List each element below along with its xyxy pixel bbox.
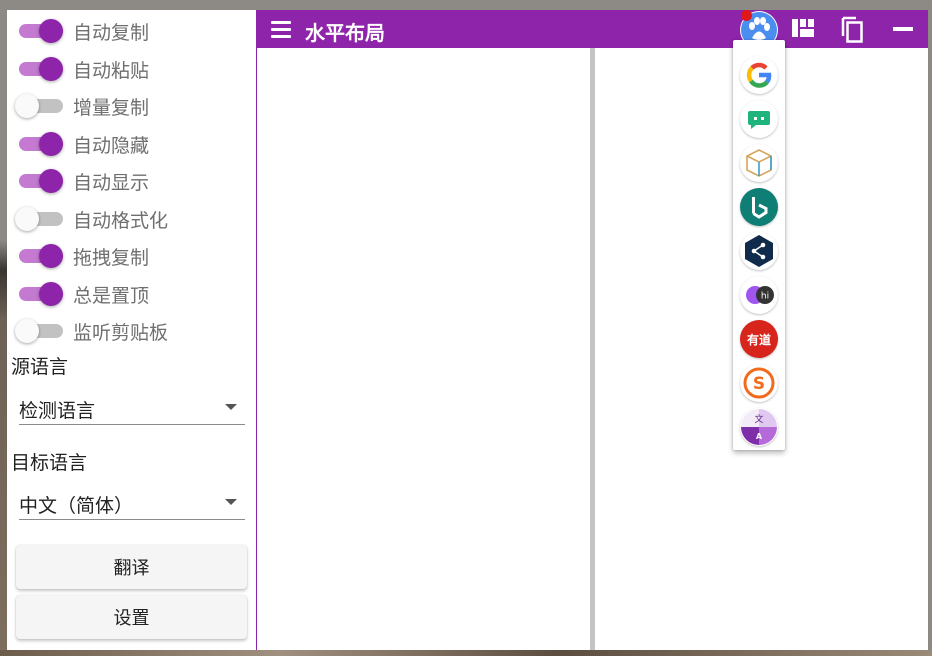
menu-icon[interactable] (269, 19, 293, 39)
youdao-badge: 有道 (747, 332, 771, 347)
toggle-label: 拖拽复制 (73, 246, 150, 269)
toggle-auto-show[interactable]: 自动显示 (15, 163, 149, 199)
translate-text-icon[interactable]: 文 A (740, 408, 778, 446)
switch[interactable] (15, 94, 63, 118)
cube-icon[interactable] (740, 144, 778, 182)
switch[interactable] (15, 57, 63, 81)
toggle-label: 自动粘贴 (73, 59, 150, 82)
main-area: 水平布局 (256, 10, 928, 650)
toggle-label: 自动隐藏 (73, 134, 150, 157)
translate-button[interactable]: 翻译 (16, 545, 247, 589)
page-title: 水平布局 (305, 21, 385, 45)
app-bar: 水平布局 (257, 10, 928, 49)
toggle-incremental-copy[interactable]: 增量复制 (15, 88, 149, 124)
youdao-icon[interactable]: 有道 (740, 320, 778, 358)
desktop-background (928, 0, 932, 656)
target-language-label: 目标语言 (11, 452, 88, 474)
toggle-always-on-top[interactable]: 总是置顶 (15, 276, 149, 312)
share-node-icon[interactable] (740, 232, 778, 270)
switch[interactable] (15, 132, 63, 156)
bing-icon[interactable] (740, 188, 778, 226)
translate-badge-latin: A (756, 432, 763, 441)
source-language-label: 源语言 (11, 356, 69, 378)
toggle-label: 自动显示 (73, 171, 150, 194)
layout-icon[interactable] (792, 19, 814, 37)
toggle-listen-clipboard[interactable]: 监听剪贴板 (15, 313, 168, 349)
toggle-auto-copy[interactable]: 自动复制 (15, 13, 149, 49)
desktop-background (0, 650, 932, 656)
settings-button[interactable]: 设置 (16, 595, 247, 639)
switch[interactable] (15, 282, 63, 306)
switch[interactable] (15, 169, 63, 193)
toggle-drag-copy[interactable]: 拖拽复制 (15, 238, 149, 274)
copy-icon[interactable] (839, 16, 865, 44)
source-language-value: 检测语言 (19, 400, 96, 422)
toggle-label: 监听剪贴板 (73, 321, 169, 344)
toggle-auto-hide[interactable]: 自动隐藏 (15, 126, 149, 162)
toggle-auto-format[interactable]: 自动格式化 (15, 201, 168, 237)
sidebar: 自动复制 自动粘贴 增量复制 自动隐藏 自动显示 自动格式化 拖拽复制 总是置顶… (7, 10, 255, 650)
switch[interactable] (15, 244, 63, 268)
target-language-select[interactable]: 中文（简体） (19, 485, 245, 520)
chat-bubble-icon[interactable] (740, 100, 778, 138)
toggle-auto-paste[interactable]: 自动粘贴 (15, 51, 149, 87)
source-text-pane[interactable] (257, 48, 590, 650)
toggle-label: 总是置顶 (73, 284, 150, 307)
minimize-icon[interactable] (893, 27, 913, 31)
toggle-label: 自动复制 (73, 21, 150, 44)
engine-menu: G (733, 40, 785, 450)
translator-window: 自动复制 自动粘贴 增量复制 自动隐藏 自动显示 自动格式化 拖拽复制 总是置顶… (7, 10, 928, 650)
caret-down-icon (225, 499, 237, 505)
source-language-select[interactable]: 检测语言 (19, 390, 245, 425)
target-language-value: 中文（简体） (19, 495, 134, 517)
switch[interactable] (15, 19, 63, 43)
switch[interactable] (15, 319, 63, 343)
toggle-label: 自动格式化 (73, 209, 169, 232)
hi-badge: hi (761, 292, 769, 302)
notification-dot (741, 10, 752, 21)
hi-chat-icon[interactable]: hi (740, 276, 778, 314)
caret-down-icon (225, 404, 237, 410)
google-icon[interactable]: G (740, 56, 778, 94)
sogou-icon[interactable]: S (740, 364, 778, 402)
desktop-background (0, 0, 7, 656)
toggle-label: 增量复制 (73, 96, 150, 119)
translate-badge: 文 (754, 413, 763, 425)
sogou-badge: S (753, 374, 765, 394)
switch[interactable] (15, 207, 63, 231)
desktop-background (0, 0, 932, 10)
